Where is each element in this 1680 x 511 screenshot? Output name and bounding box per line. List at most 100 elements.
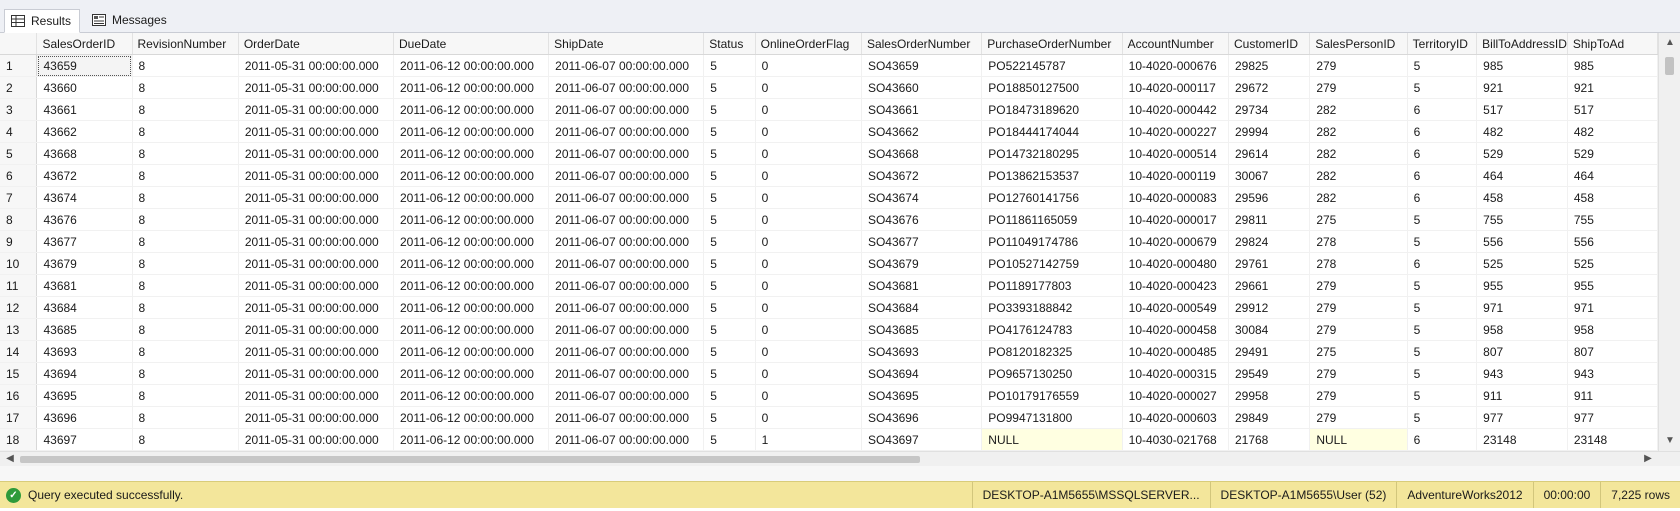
grid-cell[interactable]: 8 xyxy=(132,362,239,385)
grid-cell[interactable]: PO18850127500 xyxy=(981,76,1123,99)
grid-cell[interactable]: 2011-06-12 00:00:00.000 xyxy=(393,274,550,297)
grid-cell[interactable]: 30084 xyxy=(1228,318,1311,341)
grid-cell[interactable]: 10-4020-000117 xyxy=(1122,76,1229,99)
grid-cell[interactable]: 29614 xyxy=(1228,142,1311,165)
grid-cell[interactable]: 5 xyxy=(1407,362,1478,385)
grid-cell[interactable]: SO43681 xyxy=(861,274,983,297)
grid-cell[interactable]: 2011-06-12 00:00:00.000 xyxy=(393,428,550,451)
grid-cell[interactable]: 2011-05-31 00:00:00.000 xyxy=(238,120,394,143)
grid-cell[interactable]: SO43662 xyxy=(861,120,983,143)
grid-cell[interactable]: 971 xyxy=(1567,296,1658,319)
grid-cell[interactable]: 21768 xyxy=(1228,428,1311,451)
grid-cell[interactable]: 29912 xyxy=(1228,296,1311,319)
grid-cell[interactable]: PO1189177803 xyxy=(981,274,1123,297)
grid-cell[interactable]: 911 xyxy=(1476,384,1568,407)
vertical-scroll-thumb[interactable] xyxy=(1665,57,1674,75)
scroll-up-icon[interactable]: ▲ xyxy=(1664,37,1676,49)
grid-cell[interactable]: 6 xyxy=(1407,142,1478,165)
grid-cell[interactable]: 282 xyxy=(1309,164,1408,187)
grid-cell[interactable]: 279 xyxy=(1309,54,1408,77)
column-header[interactable]: OrderDate xyxy=(238,33,394,55)
grid-cell[interactable]: 10-4020-000679 xyxy=(1122,230,1229,253)
table-row[interactable]: 14 43693 8 2011-05-31 00:00:00.000 2011-06-1… xyxy=(0,340,1658,363)
table-row[interactable]: 6 43672 8 2011-05-31 00:00:00.000 2011-06-12… xyxy=(0,164,1658,187)
grid-cell[interactable]: 10-4020-000119 xyxy=(1122,164,1229,187)
grid-cell[interactable]: PO9947131800 xyxy=(981,406,1123,429)
grid-cell[interactable]: 529 xyxy=(1567,142,1658,165)
grid-cell[interactable]: 482 xyxy=(1476,120,1568,143)
column-header[interactable]: SalesOrderNumber xyxy=(861,33,983,55)
grid-cell[interactable]: 8 xyxy=(132,76,239,99)
grid-cell[interactable]: 0 xyxy=(755,274,862,297)
results-grid[interactable]: SalesOrderID RevisionNumber OrderDate DueDa… xyxy=(0,33,1658,451)
grid-cell[interactable]: 955 xyxy=(1567,274,1658,297)
grid-cell[interactable]: 2011-06-07 00:00:00.000 xyxy=(548,120,705,143)
grid-cell[interactable]: 10-4020-000485 xyxy=(1122,340,1229,363)
column-header[interactable]: Status xyxy=(703,33,756,55)
grid-cell[interactable]: 5 xyxy=(703,54,756,77)
grid-cell[interactable]: 5 xyxy=(1407,340,1478,363)
column-header[interactable]: OnlineOrderFlag xyxy=(755,33,862,55)
grid-cell[interactable]: 971 xyxy=(1476,296,1568,319)
grid-cell[interactable]: 6 xyxy=(1407,164,1478,187)
grid-cell[interactable]: 2011-06-12 00:00:00.000 xyxy=(393,208,550,231)
grid-cell[interactable]: 5 xyxy=(703,340,756,363)
grid-cell[interactable]: 2011-06-07 00:00:00.000 xyxy=(548,54,705,77)
grid-cell[interactable]: PO18473189620 xyxy=(981,98,1123,121)
grid-cell[interactable]: 2011-05-31 00:00:00.000 xyxy=(238,428,394,451)
grid-cell[interactable]: 8 xyxy=(132,186,239,209)
grid-cell[interactable]: 464 xyxy=(1476,164,1568,187)
grid-cell[interactable]: 0 xyxy=(755,186,862,209)
grid-cell[interactable]: 5 xyxy=(1407,296,1478,319)
horizontal-scrollbar[interactable]: ◀ ▶ xyxy=(0,451,1680,467)
column-header[interactable]: CustomerID xyxy=(1228,33,1311,55)
grid-cell[interactable]: 2011-06-07 00:00:00.000 xyxy=(548,428,705,451)
grid-cell[interactable]: 517 xyxy=(1476,98,1568,121)
grid-cell[interactable]: 2011-05-31 00:00:00.000 xyxy=(238,274,394,297)
grid-cell[interactable]: 2011-06-07 00:00:00.000 xyxy=(548,76,705,99)
grid-cell[interactable]: PO11049174786 xyxy=(981,230,1123,253)
grid-cell[interactable]: 2011-06-07 00:00:00.000 xyxy=(548,340,705,363)
grid-cell[interactable]: 5 xyxy=(1407,230,1478,253)
grid-cell[interactable]: 30067 xyxy=(1228,164,1311,187)
grid-cell[interactable]: 5 xyxy=(1407,274,1478,297)
grid-cell[interactable]: 279 xyxy=(1309,296,1408,319)
row-number[interactable]: 4 xyxy=(0,120,38,143)
grid-cell[interactable]: 2011-06-12 00:00:00.000 xyxy=(393,76,550,99)
grid-cell[interactable]: 8 xyxy=(132,54,239,77)
table-row[interactable]: 4 43662 8 2011-05-31 00:00:00.000 2011-06-12… xyxy=(0,120,1658,143)
grid-cell[interactable]: 921 xyxy=(1476,76,1568,99)
grid-cell[interactable]: 279 xyxy=(1309,76,1408,99)
grid-cell[interactable]: 8 xyxy=(132,318,239,341)
grid-cell[interactable]: 10-4020-000549 xyxy=(1122,296,1229,319)
grid-cell[interactable]: 943 xyxy=(1476,362,1568,385)
grid-cell[interactable]: 5 xyxy=(703,296,756,319)
grid-cell[interactable]: 2011-05-31 00:00:00.000 xyxy=(238,406,394,429)
grid-cell[interactable]: 29549 xyxy=(1228,362,1311,385)
grid-cell[interactable]: SO43679 xyxy=(861,252,983,275)
grid-cell[interactable]: 5 xyxy=(703,274,756,297)
grid-cell[interactable]: 29825 xyxy=(1228,54,1311,77)
grid-cell[interactable]: 43676 xyxy=(36,208,133,231)
grid-cell[interactable]: 279 xyxy=(1309,318,1408,341)
table-row[interactable]: 8 43676 8 2011-05-31 00:00:00.000 2011-06-12… xyxy=(0,208,1658,231)
grid-cell[interactable]: 8 xyxy=(132,340,239,363)
grid-cell[interactable]: 2011-05-31 00:00:00.000 xyxy=(238,318,394,341)
grid-cell[interactable]: SO43672 xyxy=(861,164,983,187)
table-row[interactable]: 11 43681 8 2011-05-31 00:00:00.000 2011-06-1… xyxy=(0,274,1658,297)
row-number[interactable]: 13 xyxy=(0,318,38,341)
grid-cell[interactable]: 2011-06-07 00:00:00.000 xyxy=(548,362,705,385)
column-header[interactable]: ShipToAd xyxy=(1567,33,1658,55)
grid-cell[interactable]: PO11861165059 xyxy=(981,208,1123,231)
grid-cell[interactable]: 23148 xyxy=(1567,428,1658,451)
grid-cell[interactable]: 525 xyxy=(1476,252,1568,275)
grid-cell[interactable]: 0 xyxy=(755,252,862,275)
grid-cell[interactable]: 43660 xyxy=(36,76,133,99)
grid-cell[interactable]: 2011-05-31 00:00:00.000 xyxy=(238,340,394,363)
table-row[interactable]: 10 43679 8 2011-05-31 00:00:00.000 2011-06-1… xyxy=(0,252,1658,275)
grid-cell[interactable]: 2011-06-07 00:00:00.000 xyxy=(548,252,705,275)
grid-cell[interactable]: 2011-06-07 00:00:00.000 xyxy=(548,230,705,253)
grid-cell[interactable]: 6 xyxy=(1407,120,1478,143)
row-number[interactable]: 15 xyxy=(0,362,38,385)
grid-cell[interactable]: 755 xyxy=(1476,208,1568,231)
